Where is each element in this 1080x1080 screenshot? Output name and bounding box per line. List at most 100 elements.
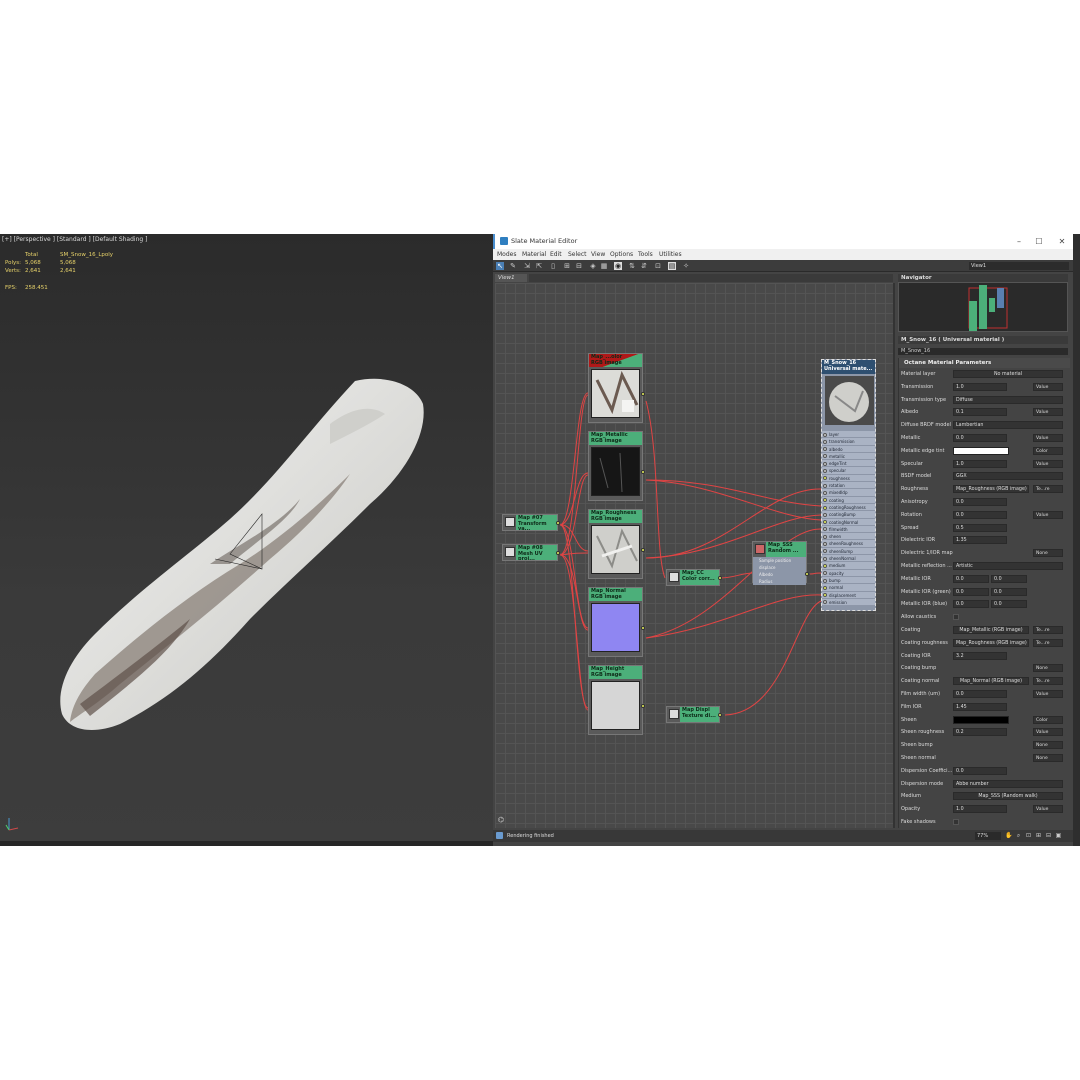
- material-slot[interactable]: sheenRoughness: [822, 540, 875, 548]
- background-icon[interactable]: ◉: [614, 262, 622, 270]
- zoom-selected-icon[interactable]: ⊟: [1045, 832, 1052, 839]
- node-map-height[interactable]: Map_Height RGB image: [588, 665, 645, 735]
- material-slot[interactable]: coating: [822, 496, 875, 504]
- zoom-region-icon[interactable]: ⊡: [1025, 832, 1032, 839]
- param-value-field-2[interactable]: 0.0: [991, 574, 1027, 583]
- show-map-icon[interactable]: ◈: [589, 262, 597, 270]
- minimize-icon[interactable]: –: [1013, 236, 1025, 247]
- node-map-cc[interactable]: Map_CC Color corr...: [666, 569, 722, 586]
- slot-input-port[interactable]: [823, 461, 827, 466]
- menu-edit[interactable]: Edit: [550, 251, 562, 258]
- parameter-editor-icon[interactable]: ▤: [668, 262, 676, 270]
- param-type-dropdown[interactable]: Value: [1033, 433, 1063, 442]
- zoom-icon[interactable]: ⌕: [1015, 832, 1022, 839]
- param-value-field[interactable]: Diffuse: [953, 395, 1063, 404]
- node-map-sss[interactable]: Map_SSS Random ... Sample position displa…: [752, 541, 809, 585]
- material-slot[interactable]: medium: [822, 562, 875, 570]
- param-checkbox[interactable]: [953, 818, 959, 825]
- roughness-output-port[interactable]: [641, 548, 645, 552]
- zoom-dropdown[interactable]: 77%: [975, 832, 1001, 840]
- param-type-dropdown[interactable]: Value: [1033, 510, 1063, 519]
- cc-output-port[interactable]: [718, 576, 722, 580]
- menu-material[interactable]: Material: [522, 251, 546, 258]
- node-canvas[interactable]: Map_...olor RGB image Map_Metallic RGB ima…: [495, 283, 895, 828]
- material-slot[interactable]: layer: [822, 431, 875, 439]
- slot-input-port[interactable]: [823, 476, 827, 481]
- param-value-field[interactable]: Map_Roughness (RGB image): [953, 485, 1029, 494]
- param-type-dropdown[interactable]: Value: [1033, 728, 1063, 737]
- param-type-dropdown[interactable]: Te...re: [1033, 677, 1063, 686]
- param-value-field[interactable]: Lambertian: [953, 421, 1063, 430]
- param-value-field[interactable]: 0.0: [953, 497, 1007, 506]
- slot-input-port[interactable]: [823, 578, 827, 583]
- checker-icon[interactable]: ▦: [600, 262, 608, 270]
- canvas-options-icon[interactable]: ⌬: [498, 816, 506, 824]
- material-slot[interactable]: albedo: [822, 445, 875, 453]
- material-slot[interactable]: sheen: [822, 533, 875, 541]
- node-map-transform[interactable]: Map #07 Transform va...: [502, 514, 560, 531]
- param-type-dropdown[interactable]: None: [1033, 664, 1063, 673]
- slot-input-port[interactable]: [823, 571, 827, 576]
- param-value-field[interactable]: 0.0: [953, 574, 989, 583]
- param-type-dropdown[interactable]: Te...re: [1033, 625, 1063, 634]
- param-value-field[interactable]: 0.0: [953, 433, 1007, 442]
- param-value-field-2[interactable]: 0.0: [991, 587, 1027, 596]
- octane-params-section[interactable]: Octane Material Parameters: [899, 358, 1070, 368]
- param-value-field[interactable]: 0.0: [953, 766, 1007, 775]
- param-value-field[interactable]: Abbe number: [953, 779, 1063, 788]
- material-slot[interactable]: mixedIdp: [822, 489, 875, 497]
- param-type-dropdown[interactable]: Color: [1033, 715, 1063, 724]
- slot-input-port[interactable]: [823, 600, 827, 605]
- disp-output-port[interactable]: [718, 713, 722, 717]
- param-type-dropdown[interactable]: Te...re: [1033, 638, 1063, 647]
- param-value-field[interactable]: 0.5: [953, 523, 1007, 532]
- material-slot[interactable]: coatingBump: [822, 511, 875, 519]
- material-slot[interactable]: emission: [822, 598, 875, 607]
- slot-input-port[interactable]: [823, 585, 827, 590]
- param-type-dropdown[interactable]: Te...re: [1033, 485, 1063, 494]
- param-type-dropdown[interactable]: None: [1033, 753, 1063, 762]
- pan-icon[interactable]: ✋: [1005, 832, 1012, 839]
- maximize-icon[interactable]: ☐: [1033, 236, 1045, 247]
- material-slot[interactable]: rotation: [822, 482, 875, 490]
- param-value-field[interactable]: 0.0: [953, 510, 1007, 519]
- param-value-field[interactable]: Map_SSS (Random walk): [953, 792, 1063, 801]
- metallic-output-port[interactable]: [641, 470, 645, 474]
- basecolor-output-port[interactable]: [641, 392, 645, 396]
- param-type-dropdown[interactable]: Value: [1033, 382, 1063, 391]
- node-map-roughness[interactable]: Map_Roughness RGB image: [588, 509, 645, 579]
- menu-modes[interactable]: Modes: [497, 251, 516, 258]
- param-type-dropdown[interactable]: Value: [1033, 689, 1063, 698]
- slot-input-port[interactable]: [823, 549, 827, 554]
- layout-children-icon[interactable]: ⇵: [640, 262, 648, 270]
- slot-input-port[interactable]: [823, 534, 827, 539]
- slot-input-port[interactable]: [823, 593, 827, 598]
- param-value-field[interactable]: 1.35: [953, 536, 1007, 545]
- node-map-displacement[interactable]: Map Displ Texture di...: [666, 706, 722, 723]
- param-value-field[interactable]: No material: [953, 370, 1063, 378]
- slot-input-port[interactable]: [823, 490, 827, 495]
- param-type-dropdown[interactable]: None: [1033, 549, 1063, 558]
- material-map-navigator-icon[interactable]: ⊡: [654, 262, 662, 270]
- param-value-field[interactable]: 0.0: [953, 587, 989, 596]
- param-value-field[interactable]: 3.2: [953, 651, 1007, 660]
- slot-input-port[interactable]: [823, 483, 827, 488]
- material-slot[interactable]: displacement: [822, 591, 875, 599]
- slot-input-port[interactable]: [823, 447, 827, 452]
- material-slot[interactable]: transmission: [822, 438, 875, 446]
- menu-view[interactable]: View: [591, 251, 605, 258]
- param-value-field[interactable]: 1.45: [953, 702, 1007, 711]
- param-value-field[interactable]: Map_Metallic (RGB image): [953, 625, 1029, 634]
- menu-utilities[interactable]: Utilities: [659, 251, 682, 258]
- slot-input-port[interactable]: [823, 527, 827, 532]
- color-swatch[interactable]: [953, 446, 1009, 455]
- slot-input-port[interactable]: [823, 520, 827, 525]
- select-by-material-icon[interactable]: ✧: [682, 262, 690, 270]
- menu-tools[interactable]: Tools: [638, 251, 653, 258]
- param-value-field[interactable]: Map_Normal (RGB image): [953, 677, 1029, 686]
- node-universal-material[interactable]: M_Snow_16 Universal mate... layer transmis…: [821, 359, 876, 611]
- material-slot[interactable]: metallic: [822, 452, 875, 461]
- slot-input-port[interactable]: [823, 542, 827, 547]
- assign-material-icon[interactable]: ⇱: [535, 262, 543, 270]
- material-slot[interactable]: filmwidth: [822, 525, 875, 534]
